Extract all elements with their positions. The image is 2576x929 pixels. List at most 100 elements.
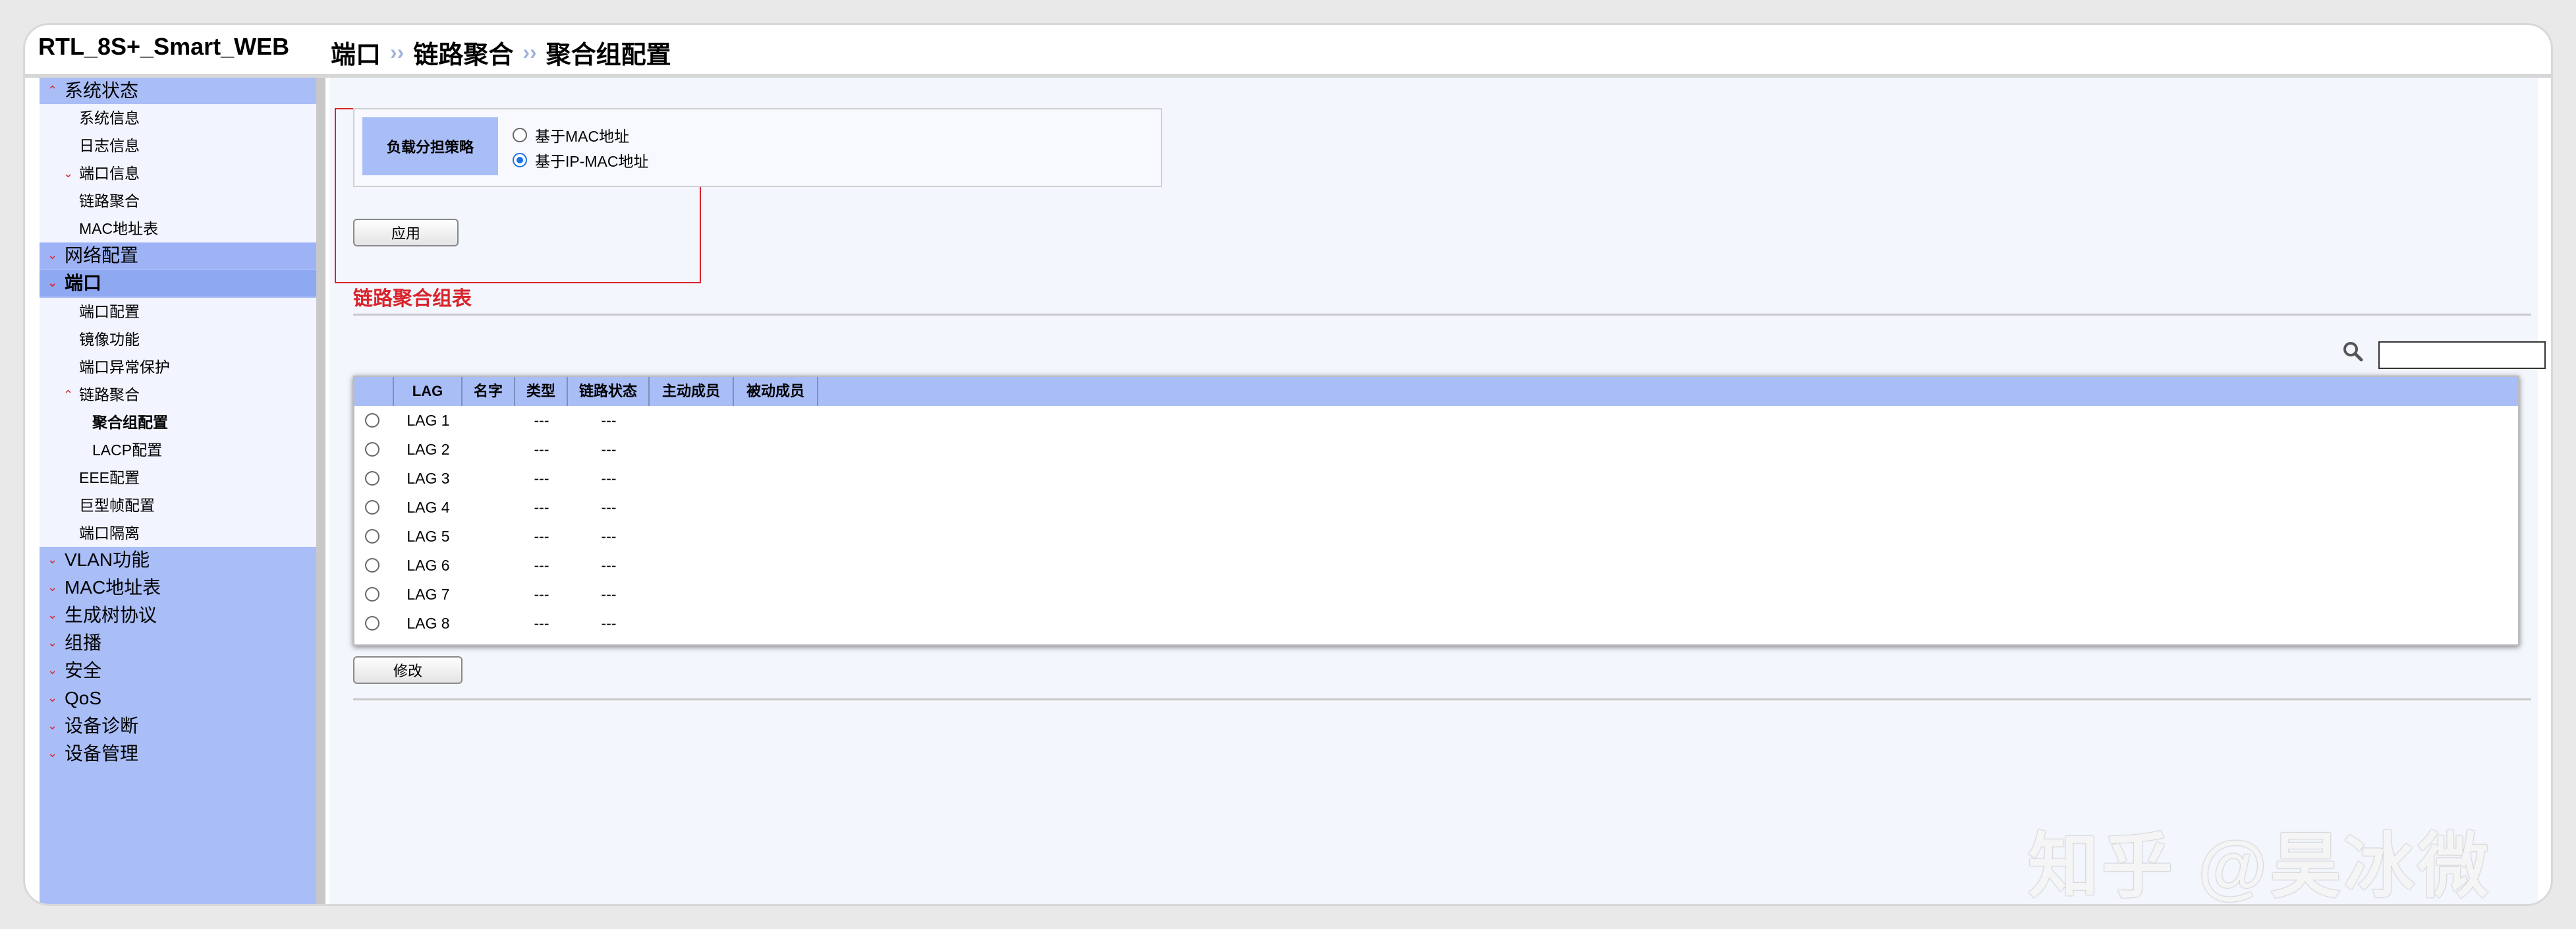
chevron-down-icon: ⌄ — [47, 248, 58, 262]
modify-button[interactable]: 修改 — [353, 656, 462, 684]
sidebar-item-link-agg-status[interactable]: 链路聚合 — [40, 187, 316, 215]
chevron-up-icon: ⌃ — [47, 84, 58, 97]
chevron-down-icon: ⌄ — [47, 636, 58, 649]
cell-link-status: --- — [601, 586, 617, 603]
table-row[interactable]: LAG 2 --- --- — [354, 435, 2518, 464]
apply-button[interactable]: 应用 — [353, 219, 459, 246]
policy-option-mac[interactable]: 基于MAC地址 — [513, 124, 629, 146]
sidebar-item-agg-group-config[interactable]: 聚合组配置 — [40, 408, 316, 436]
table-row[interactable]: LAG 8 --- --- — [354, 609, 2518, 638]
breadcrumb-separator: ›› — [522, 40, 537, 64]
footer-divider — [353, 698, 2531, 700]
cell-lag: LAG 8 — [406, 615, 450, 632]
column-header-lag: LAG — [394, 377, 462, 406]
row-select-radio[interactable] — [365, 558, 379, 573]
cell-passive-members — [734, 493, 818, 522]
sidebar-group-vlan[interactable]: ⌄ VLAN功能 — [40, 547, 316, 573]
app-title: RTL_8S+_Smart_WEB — [38, 33, 290, 60]
breadcrumb: 端口 ›› 链路聚合 ›› 聚合组配置 — [331, 34, 671, 70]
section-divider — [353, 314, 2531, 316]
sidebar-group-security[interactable]: ⌄ 安全 — [40, 658, 316, 684]
sidebar-group-qos[interactable]: ⌄ QoS — [40, 685, 316, 712]
column-header-name: 名字 — [462, 377, 515, 406]
cell-name — [462, 551, 515, 580]
sidebar-item-eee-config[interactable]: EEE配置 — [40, 464, 316, 492]
breadcrumb-item-port[interactable]: 端口 — [331, 34, 381, 70]
search-input[interactable] — [2378, 341, 2546, 369]
sidebar-group-device-management[interactable]: ⌄ 设备管理 — [40, 741, 316, 767]
column-header-type: 类型 — [515, 377, 568, 406]
lag-table: LAG 名字 类型 链路状态 主动成员 被动成员 LAG 1 --- --- LAG … — [353, 376, 2519, 646]
sidebar-item-link-aggregation[interactable]: ⌃ 链路聚合 — [40, 381, 316, 408]
table-header: LAG 名字 类型 链路状态 主动成员 被动成员 — [354, 377, 2518, 406]
table-row[interactable]: LAG 7 --- --- — [354, 580, 2518, 609]
cell-name — [462, 406, 515, 435]
row-select-radio[interactable] — [365, 500, 379, 515]
cell-lag: LAG 7 — [406, 586, 450, 603]
sidebar-item-port-config[interactable]: 端口配置 — [40, 298, 316, 325]
chevron-down-icon: ⌄ — [63, 167, 74, 180]
radio-mac[interactable] — [513, 128, 527, 142]
header: RTL_8S+_Smart_WEB 端口 ›› 链路聚合 ›› 聚合组配置 — [25, 25, 2551, 78]
chevron-down-icon: ⌄ — [47, 719, 58, 732]
cell-active-members — [650, 522, 734, 551]
row-select-radio[interactable] — [365, 471, 379, 486]
sidebar-item-mirror[interactable]: 镜像功能 — [40, 325, 316, 353]
cell-lag: LAG 5 — [406, 528, 450, 545]
sidebar-group-mac-table[interactable]: ⌄ MAC地址表 — [40, 575, 316, 601]
breadcrumb-item-current: 聚合组配置 — [546, 42, 671, 69]
policy-option-ip-mac[interactable]: 基于IP-MAC地址 — [513, 149, 649, 171]
cell-lag: LAG 2 — [406, 441, 450, 458]
sidebar-group-port[interactable]: ⌄ 端口 — [40, 270, 316, 296]
chevron-down-icon: ⌄ — [47, 580, 58, 594]
row-select-radio[interactable] — [365, 413, 379, 428]
cell-name — [462, 522, 515, 551]
breadcrumb-item-link-aggregation[interactable]: 链路聚合 — [413, 34, 513, 70]
chevron-down-icon: ⌄ — [47, 691, 58, 704]
sidebar: ⌃ 系统状态 系统信息 日志信息 ⌄ 端口信息 链路聚合 MAC地址表 ⌄ 网络… — [40, 78, 316, 904]
sidebar-item-lacp-config[interactable]: LACP配置 — [40, 436, 316, 464]
sidebar-item-port-isolation[interactable]: 端口隔离 — [40, 519, 316, 547]
sidebar-group-system-status[interactable]: ⌃ 系统状态 — [40, 78, 316, 104]
app-frame: RTL_8S+_Smart_WEB 端口 ›› 链路聚合 ›› 聚合组配置 ⌃ … — [25, 25, 2551, 904]
sidebar-item-mac-table-status[interactable]: MAC地址表 — [40, 215, 316, 242]
column-header-passive-members: 被动成员 — [734, 377, 818, 406]
table-row[interactable]: LAG 3 --- --- — [354, 464, 2518, 493]
sidebar-group-multicast[interactable]: ⌄ 组播 — [40, 630, 316, 656]
sidebar-item-port-protection[interactable]: 端口异常保护 — [40, 353, 316, 381]
cell-name — [462, 464, 515, 493]
sidebar-item-log-info[interactable]: 日志信息 — [40, 132, 316, 159]
sidebar-item-system-info[interactable]: 系统信息 — [40, 104, 316, 132]
sidebar-group-stp[interactable]: ⌄ 生成树协议 — [40, 602, 316, 629]
row-select-radio[interactable] — [365, 529, 379, 544]
chevron-down-icon: ⌄ — [47, 276, 58, 289]
table-row[interactable]: LAG 4 --- --- — [354, 493, 2518, 522]
sidebar-group-network-config[interactable]: ⌄ 网络配置 — [40, 242, 316, 269]
cell-lag: LAG 6 — [406, 557, 450, 574]
sidebar-group-diagnostics[interactable]: ⌄ 设备诊断 — [40, 713, 316, 739]
chevron-down-icon: ⌄ — [47, 608, 58, 621]
sidebar-item-port-info[interactable]: ⌄ 端口信息 — [40, 159, 316, 187]
cell-passive-members — [734, 609, 818, 638]
table-row[interactable]: LAG 6 --- --- — [354, 551, 2518, 580]
cell-link-status: --- — [601, 557, 617, 574]
cell-passive-members — [734, 522, 818, 551]
sidebar-item-jumbo-frame[interactable]: 巨型帧配置 — [40, 492, 316, 519]
table-row[interactable]: LAG 5 --- --- — [354, 522, 2518, 551]
sidebar-splitter[interactable] — [316, 78, 325, 904]
row-select-radio[interactable] — [365, 616, 379, 631]
watermark: 知乎 @昊冰微 — [2028, 826, 2492, 904]
cell-link-status: --- — [601, 441, 617, 458]
row-select-radio[interactable] — [365, 587, 379, 602]
breadcrumb-separator: ›› — [390, 40, 405, 64]
search-icon[interactable] — [2341, 340, 2364, 362]
row-select-radio[interactable] — [365, 442, 379, 457]
cell-link-status: --- — [601, 499, 617, 516]
main-content: 负载分担策略 基于MAC地址 基于IP-MAC地址 应用 链路聚合组表 LAG … — [329, 78, 2546, 904]
radio-ip-mac[interactable] — [513, 153, 527, 167]
cell-type: --- — [534, 615, 549, 632]
cell-link-status: --- — [601, 470, 617, 487]
cell-name — [462, 580, 515, 609]
table-row[interactable]: LAG 1 --- --- — [354, 406, 2518, 435]
cell-link-status: --- — [601, 615, 617, 632]
